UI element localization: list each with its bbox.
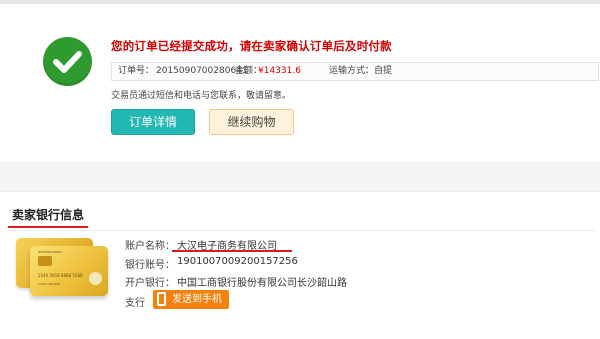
send-to-phone-button[interactable]: 发送到手机 — [153, 290, 229, 309]
branch-label: 支行 — [125, 298, 145, 309]
amount-value: ¥14331.6 — [258, 66, 301, 76]
account-number: 1901007009200157256 — [177, 256, 298, 267]
send-to-phone-label: 发送到手机 — [172, 294, 222, 305]
card-number: 2540 5658 8888 5588 — [38, 273, 83, 278]
bank-info-title: 卖家银行信息 — [12, 208, 85, 222]
card-chip-icon — [38, 256, 52, 266]
account-name-underline — [172, 250, 292, 252]
check-success-icon — [43, 37, 92, 86]
bank-name: 中国工商银行股份有限公司长沙韶山路 — [177, 278, 347, 289]
shipping-label: 运输方式： — [329, 66, 375, 76]
shipping-value: 自提 — [374, 66, 393, 76]
phone-icon — [157, 292, 166, 306]
card-holder: CARD HOLDER — [38, 282, 61, 286]
order-number-label: 订单号： — [118, 66, 155, 76]
bank-card-image: INTERNATIONAL 2540 5658 8888 5588 CARD H… — [30, 246, 108, 296]
title-underline — [8, 226, 88, 228]
section-divider — [0, 162, 600, 192]
account-name-label: 账户名称： — [125, 241, 175, 252]
order-summary: 订单号： 2015090700280641 金额： ¥14331.6 运输方式：… — [111, 62, 599, 81]
card-logo-icon — [89, 272, 102, 285]
order-number: 2015090700280641 — [156, 66, 248, 76]
top-rule — [0, 0, 600, 4]
account-number-label: 银行账号： — [125, 260, 175, 271]
success-message: 您的订单已经提交成功，请在卖家确认订单后及时付款 — [111, 39, 392, 53]
contact-note: 交易员通过短信和电话与您联系，敬请留意。 — [111, 91, 292, 101]
continue-shopping-button[interactable]: 继续购物 — [209, 109, 294, 135]
section-rule — [8, 230, 596, 231]
card-brand: INTERNATIONAL — [38, 250, 63, 254]
bank-name-label: 开户银行： — [125, 278, 175, 289]
order-details-button[interactable]: 订单详情 — [111, 109, 195, 135]
